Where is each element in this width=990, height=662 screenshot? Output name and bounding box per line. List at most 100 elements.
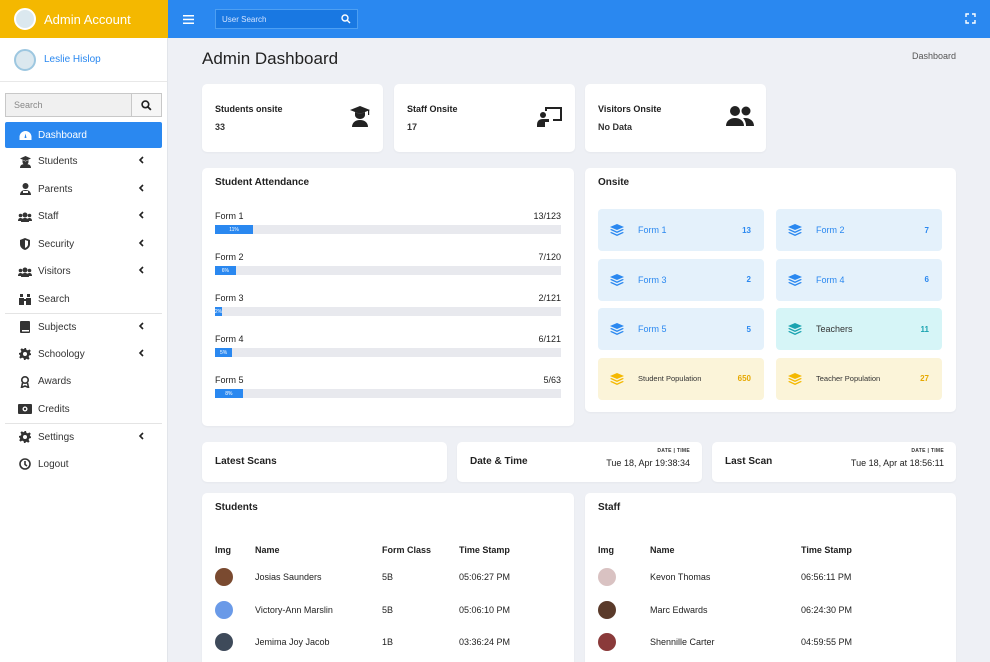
user-profile[interactable]: Leslie Hislop — [0, 38, 167, 82]
student-icon — [18, 155, 32, 168]
chevron-left-icon — [138, 432, 144, 443]
progress-track: 5% — [215, 348, 561, 357]
img-cell — [598, 594, 650, 627]
sidebar-item-label: Security — [38, 238, 75, 250]
sidebar-item-label: Parents — [38, 183, 73, 195]
attendance-form-name: Form 3 — [215, 293, 244, 303]
img-cell — [598, 561, 650, 594]
shield-icon — [18, 238, 32, 251]
tile-label: Form 5 — [638, 324, 667, 334]
date-time-card: Date & Time DATE | TIME Tue 18, Apr 19:3… — [457, 442, 702, 482]
chevron-left-icon — [138, 322, 144, 333]
attendance-form-name: Form 5 — [215, 375, 244, 385]
last-scan-card: Last Scan DATE | TIME Tue 18, Apr at 18:… — [712, 442, 956, 482]
breadcrumb[interactable]: Dashboard — [912, 51, 956, 61]
stat-value: 17 — [407, 122, 418, 132]
sidebar-search-input[interactable] — [6, 94, 131, 116]
sidebar-item-schoology[interactable]: Schoology — [5, 341, 162, 369]
sidebar-item-security[interactable]: Security — [5, 231, 162, 259]
table-row[interactable]: Marc Edwards 06:24:30 PM — [598, 594, 941, 627]
stat-label: Staff Onsite — [407, 104, 458, 114]
attendance-count: 5/63 — [543, 375, 561, 385]
page-title: Admin Dashboard — [202, 49, 339, 68]
top-navbar — [168, 0, 990, 38]
student-form: 5B — [382, 572, 394, 583]
user-search-input[interactable] — [216, 10, 335, 28]
staff-name: Marc Edwards — [650, 604, 708, 615]
staff-time: 06:24:30 PM — [801, 604, 853, 615]
onsite-tile[interactable]: Form 3 2 — [598, 258, 764, 301]
stat-label: Visitors Onsite — [598, 104, 662, 114]
chevron-left-icon — [138, 349, 144, 360]
tile-value: 5 — [746, 324, 751, 334]
onsite-tile[interactable]: Form 2 7 — [776, 209, 942, 251]
column-header: Time Stamp — [459, 545, 510, 555]
sidebar-item-label: Search — [38, 293, 70, 305]
sidebar-item-settings[interactable]: Settings — [5, 423, 162, 451]
graduate-icon — [349, 105, 371, 130]
staff-time: 06:56:11 PM — [801, 572, 852, 583]
fullscreen-icon[interactable] — [965, 13, 976, 27]
tile-label: Teachers — [816, 324, 853, 334]
menu-toggle-icon[interactable] — [183, 12, 197, 27]
sidebar-item-visitors[interactable]: Visitors — [5, 258, 162, 286]
progress-track: 8% — [215, 389, 561, 398]
sidebar-item-staff[interactable]: Staff — [5, 203, 162, 231]
onsite-tile[interactable]: Form 5 5 — [598, 308, 764, 350]
table-row[interactable]: Victory-Ann Marslin 5B 05:06:10 PM — [215, 594, 559, 627]
sidebar-item-subjects[interactable]: Subjects — [5, 313, 162, 341]
search-icon[interactable] — [131, 94, 161, 116]
layers-icon — [610, 224, 626, 236]
table-row[interactable]: Jemima Joy Jacob 1B 03:36:24 PM — [215, 626, 559, 659]
column-header: Form Class — [382, 545, 432, 555]
users-icon — [726, 105, 754, 130]
power-icon — [18, 458, 32, 471]
sidebar-item-label: Awards — [38, 376, 72, 388]
book-icon — [18, 321, 32, 334]
sidebar-item-credits[interactable]: Credits — [5, 396, 162, 424]
sidebar-item-logout[interactable]: Logout — [5, 451, 162, 479]
tile-label: Teacher Population — [816, 374, 881, 383]
sidebar-item-students[interactable]: Students — [5, 148, 162, 176]
date-time-label: Date & Time — [470, 456, 528, 467]
gear-icon — [18, 348, 32, 361]
date-time-header: DATE | TIME — [657, 448, 690, 454]
sidebar-item-awards[interactable]: Awards — [5, 368, 162, 396]
sidebar-item-label: Staff — [38, 211, 59, 223]
onsite-tile[interactable]: Student Population 650 — [598, 357, 764, 400]
dashboard-icon — [18, 129, 32, 141]
img-cell — [215, 594, 255, 627]
onsite-tile[interactable]: Form 1 13 — [598, 209, 764, 251]
card-title: Onsite — [598, 177, 630, 188]
stat-value: No Data — [598, 122, 633, 132]
sidebar-item-label: Credits — [38, 403, 70, 415]
onsite-card: Onsite Form 1 13 Form 2 7 Form 3 2 Form 4 6 Form… — [585, 168, 956, 412]
onsite-tile[interactable]: Teacher Population 27 — [776, 357, 942, 400]
onsite-tile[interactable]: Form 4 6 — [776, 258, 942, 301]
onsite-tile[interactable]: Teachers 11 — [776, 308, 942, 350]
sidebar-item-label: Schoology — [38, 348, 85, 360]
attendance-form-name: Form 4 — [215, 334, 244, 344]
parent-icon — [18, 183, 32, 196]
table-row[interactable]: Shennille Carter 04:59:55 PM — [598, 626, 941, 659]
sidebar-item-dashboard[interactable]: Dashboard — [5, 122, 162, 148]
progress-bar: 11% — [215, 225, 254, 234]
staff-icon — [18, 211, 32, 223]
avatar — [215, 600, 233, 619]
sidebar-item-label: Students — [38, 156, 78, 168]
latest-scans-card: Latest Scans — [202, 442, 447, 482]
attendance-count: 13/123 — [533, 211, 561, 221]
staff-card: Staff Img Name Time Stamp Kevon Thomas 06… — [585, 493, 956, 662]
search-icon[interactable] — [335, 10, 357, 28]
sidebar-item-search[interactable]: Search — [5, 286, 162, 314]
avatar — [14, 48, 36, 71]
tile-value: 650 — [737, 374, 751, 383]
user-search — [215, 9, 358, 29]
sidebar-item-parents[interactable]: Parents — [5, 176, 162, 204]
student-form: 5B — [382, 604, 394, 615]
table-row[interactable]: Kevon Thomas 06:56:11 PM — [598, 561, 941, 594]
progress-label: 5% — [220, 349, 228, 356]
tile-label: Student Population — [638, 374, 702, 383]
student-time: 05:06:27 PM — [459, 572, 511, 583]
table-row[interactable]: Josias Saunders 5B 05:06:27 PM — [215, 561, 559, 594]
